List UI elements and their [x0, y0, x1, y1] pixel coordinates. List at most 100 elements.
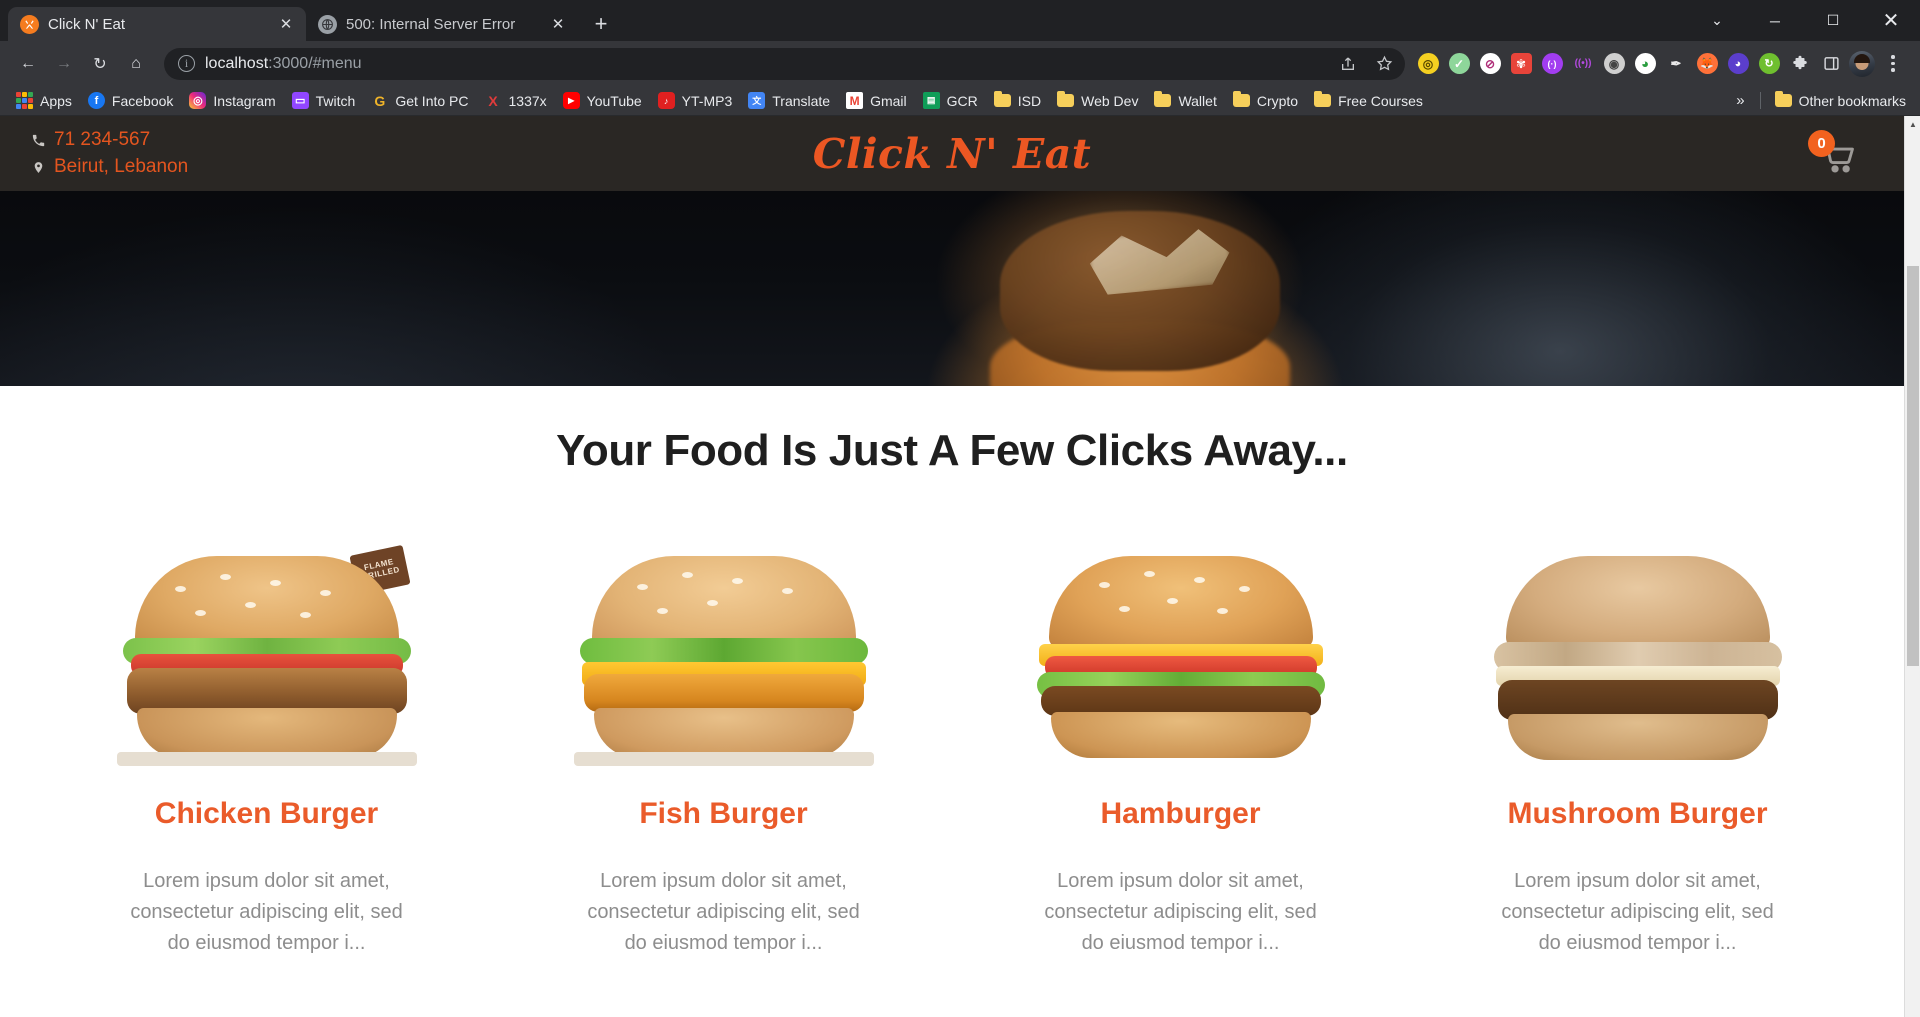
bookmark-isd[interactable]: ISD — [986, 89, 1049, 113]
bookmark-label: Wallet — [1178, 92, 1217, 109]
side-panel-icon[interactable] — [1816, 49, 1846, 79]
site-logo[interactable]: Click N' Eat — [813, 130, 1092, 178]
bookmark-label: Apps — [40, 92, 72, 109]
bookmark-label: YT-MP3 — [681, 92, 733, 109]
color-picker-icon[interactable]: ✒ — [1661, 49, 1691, 79]
kebab-menu-icon[interactable] — [1878, 49, 1908, 79]
product-description: Lorem ipsum dolor sit amet, consectetur … — [1501, 870, 1774, 954]
twitch-icon: ▭ — [291, 92, 309, 109]
bookmark-youtube[interactable]: ▶ YouTube — [555, 88, 650, 113]
bookmark-wallet[interactable]: Wallet — [1146, 89, 1224, 113]
bookmark-facebook[interactable]: f Facebook — [80, 88, 181, 113]
star-icon[interactable] — [1371, 51, 1397, 77]
menu-card-grid: FLAME GRILLED Chicken Burger Lorem ipsum… — [0, 516, 1904, 959]
avatar[interactable] — [1847, 49, 1877, 79]
bookmark-twitch[interactable]: ▭ Twitch — [284, 88, 364, 113]
scroll-up-arrow[interactable]: ▲ — [1905, 116, 1920, 133]
menu-card-fish-burger[interactable]: Fish Burger Lorem ipsum dolor sit amet, … — [495, 516, 952, 959]
norton-password-manager-icon[interactable]: ◎ — [1413, 49, 1443, 79]
menu-card-hamburger[interactable]: Hamburger Lorem ipsum dolor sit amet, co… — [952, 516, 1409, 959]
youtube-icon: ▶ — [562, 92, 580, 109]
grammarly-icon[interactable]: (·) — [1537, 49, 1567, 79]
location-line[interactable]: Beirut, Lebanon — [30, 156, 188, 178]
cart-button[interactable]: 0 — [1808, 129, 1866, 178]
paper-wrap — [116, 752, 417, 766]
minimize-button[interactable]: ─ — [1746, 0, 1804, 41]
maximize-button[interactable]: ☐ — [1804, 0, 1862, 41]
reload-icon[interactable]: ↻ — [82, 46, 118, 82]
bookmark-label: Free Courses — [1338, 92, 1423, 109]
bookmark-label: YouTube — [586, 92, 642, 109]
bookmark-1337x[interactable]: X 1337x — [477, 88, 555, 113]
bookmark-crypto[interactable]: Crypto — [1225, 89, 1306, 113]
bookmark-label: Crypto — [1256, 92, 1299, 109]
close-icon[interactable]: ✕ — [548, 14, 568, 34]
video-grabber-icon[interactable]: ↻ — [1754, 49, 1784, 79]
chicken-burger-image: FLAME GRILLED — [38, 516, 495, 771]
address-bar[interactable]: i localhost:3000/#menu — [164, 47, 1405, 80]
hero-image — [0, 191, 1904, 386]
1337x-icon: X — [488, 92, 498, 109]
bookmark-label: 1337x — [508, 92, 547, 109]
bookmark-label: Facebook — [111, 92, 174, 109]
bookmark-label: Other bookmarks — [1798, 92, 1906, 109]
adblock-shield-icon[interactable]: ✓ — [1444, 49, 1474, 79]
scrollbar-thumb[interactable] — [1907, 266, 1919, 666]
browser-window: Click N' Eat ✕ 500: Internal Server Erro… — [0, 0, 1920, 1017]
product-description: Lorem ipsum dolor sit amet, consectetur … — [587, 870, 860, 954]
bookmark-gmail[interactable]: M Gmail — [838, 88, 915, 113]
site-info-icon[interactable]: i — [178, 55, 195, 72]
tab-search-button[interactable]: ⌄ — [1688, 0, 1746, 41]
translate-icon: 文 — [748, 92, 766, 109]
ghostery-icon[interactable]: ◕ — [1723, 49, 1753, 79]
product-description: Lorem ipsum dolor sit amet, consectetur … — [130, 870, 403, 954]
bookmarks-overflow-button[interactable]: » — [1727, 89, 1753, 112]
bookmark-gcr[interactable]: ▤ GCR — [915, 88, 986, 113]
firefox-send-icon[interactable]: 🦊 — [1692, 49, 1722, 79]
bookmark-other-bookmarks[interactable]: Other bookmarks — [1767, 89, 1914, 113]
honey-extension-icon[interactable]: ✾ — [1506, 49, 1536, 79]
url-path: :3000/#menu — [268, 54, 362, 72]
bookmark-apps[interactable]: Apps — [8, 88, 80, 113]
internet-download-manager-icon[interactable]: ◕ — [1630, 49, 1660, 79]
cart-count-badge: 0 — [1808, 129, 1835, 157]
bookmark-free-courses[interactable]: Free Courses — [1306, 89, 1431, 113]
back-icon[interactable]: ← — [10, 46, 46, 82]
bookmark-translate[interactable]: 文 Translate — [740, 88, 838, 113]
menu-card-chicken-burger[interactable]: FLAME GRILLED Chicken Burger Lorem ipsum… — [38, 516, 495, 959]
divider — [1759, 92, 1761, 109]
phone-line[interactable]: 71 234-567 — [30, 129, 188, 151]
new-tab-button[interactable]: + — [584, 7, 618, 41]
bookmark-get-into-pc[interactable]: G Get Into PC — [363, 88, 476, 113]
forward-icon[interactable]: → — [46, 46, 82, 82]
tab-title: Click N' Eat — [48, 15, 126, 33]
url-text: localhost:3000/#menu — [205, 55, 1325, 73]
video-downloader-icon[interactable]: ◉ — [1599, 49, 1629, 79]
share-icon[interactable] — [1335, 51, 1361, 77]
ublock-origin-icon[interactable]: ⊘ — [1475, 49, 1505, 79]
fork-knife-icon — [20, 14, 39, 34]
bookmark-instagram[interactable]: ◎ Instagram — [181, 88, 283, 113]
tab-click-n-eat[interactable]: Click N' Eat ✕ — [8, 7, 306, 41]
rss-feed-icon[interactable]: ((•)) — [1568, 49, 1598, 79]
folder-icon — [1314, 91, 1332, 107]
product-name: Chicken Burger — [154, 797, 379, 830]
tab-internal-server-error[interactable]: 500: Internal Server Error ✕ — [306, 7, 578, 41]
tab-strip: Click N' Eat ✕ 500: Internal Server Erro… — [0, 0, 1920, 41]
folder-icon — [1232, 91, 1250, 107]
map-pin-icon — [30, 157, 46, 177]
close-window-button[interactable]: ✕ — [1862, 0, 1920, 41]
window-controls: ⌄ ─ ☐ ✕ — [1688, 0, 1920, 41]
home-icon[interactable]: ⌂ — [118, 46, 154, 82]
page-scrollbar[interactable]: ▲ — [1904, 116, 1920, 1017]
bookmark-web-dev[interactable]: Web Dev — [1049, 89, 1146, 113]
classroom-icon: ▤ — [922, 92, 940, 109]
getintopc-icon: G — [374, 92, 386, 109]
puzzle-icon[interactable] — [1785, 49, 1815, 79]
page-title: Your Food Is Just A Few Clicks Away... — [556, 426, 1348, 475]
close-icon[interactable]: ✕ — [276, 14, 296, 34]
product-name: Mushroom Burger — [1507, 797, 1768, 830]
menu-card-mushroom-burger[interactable]: Mushroom Burger Lorem ipsum dolor sit am… — [1409, 516, 1866, 959]
mushroom-burger-image — [1409, 516, 1866, 771]
bookmark-yt-mp3[interactable]: ♪ YT-MP3 — [650, 88, 741, 113]
